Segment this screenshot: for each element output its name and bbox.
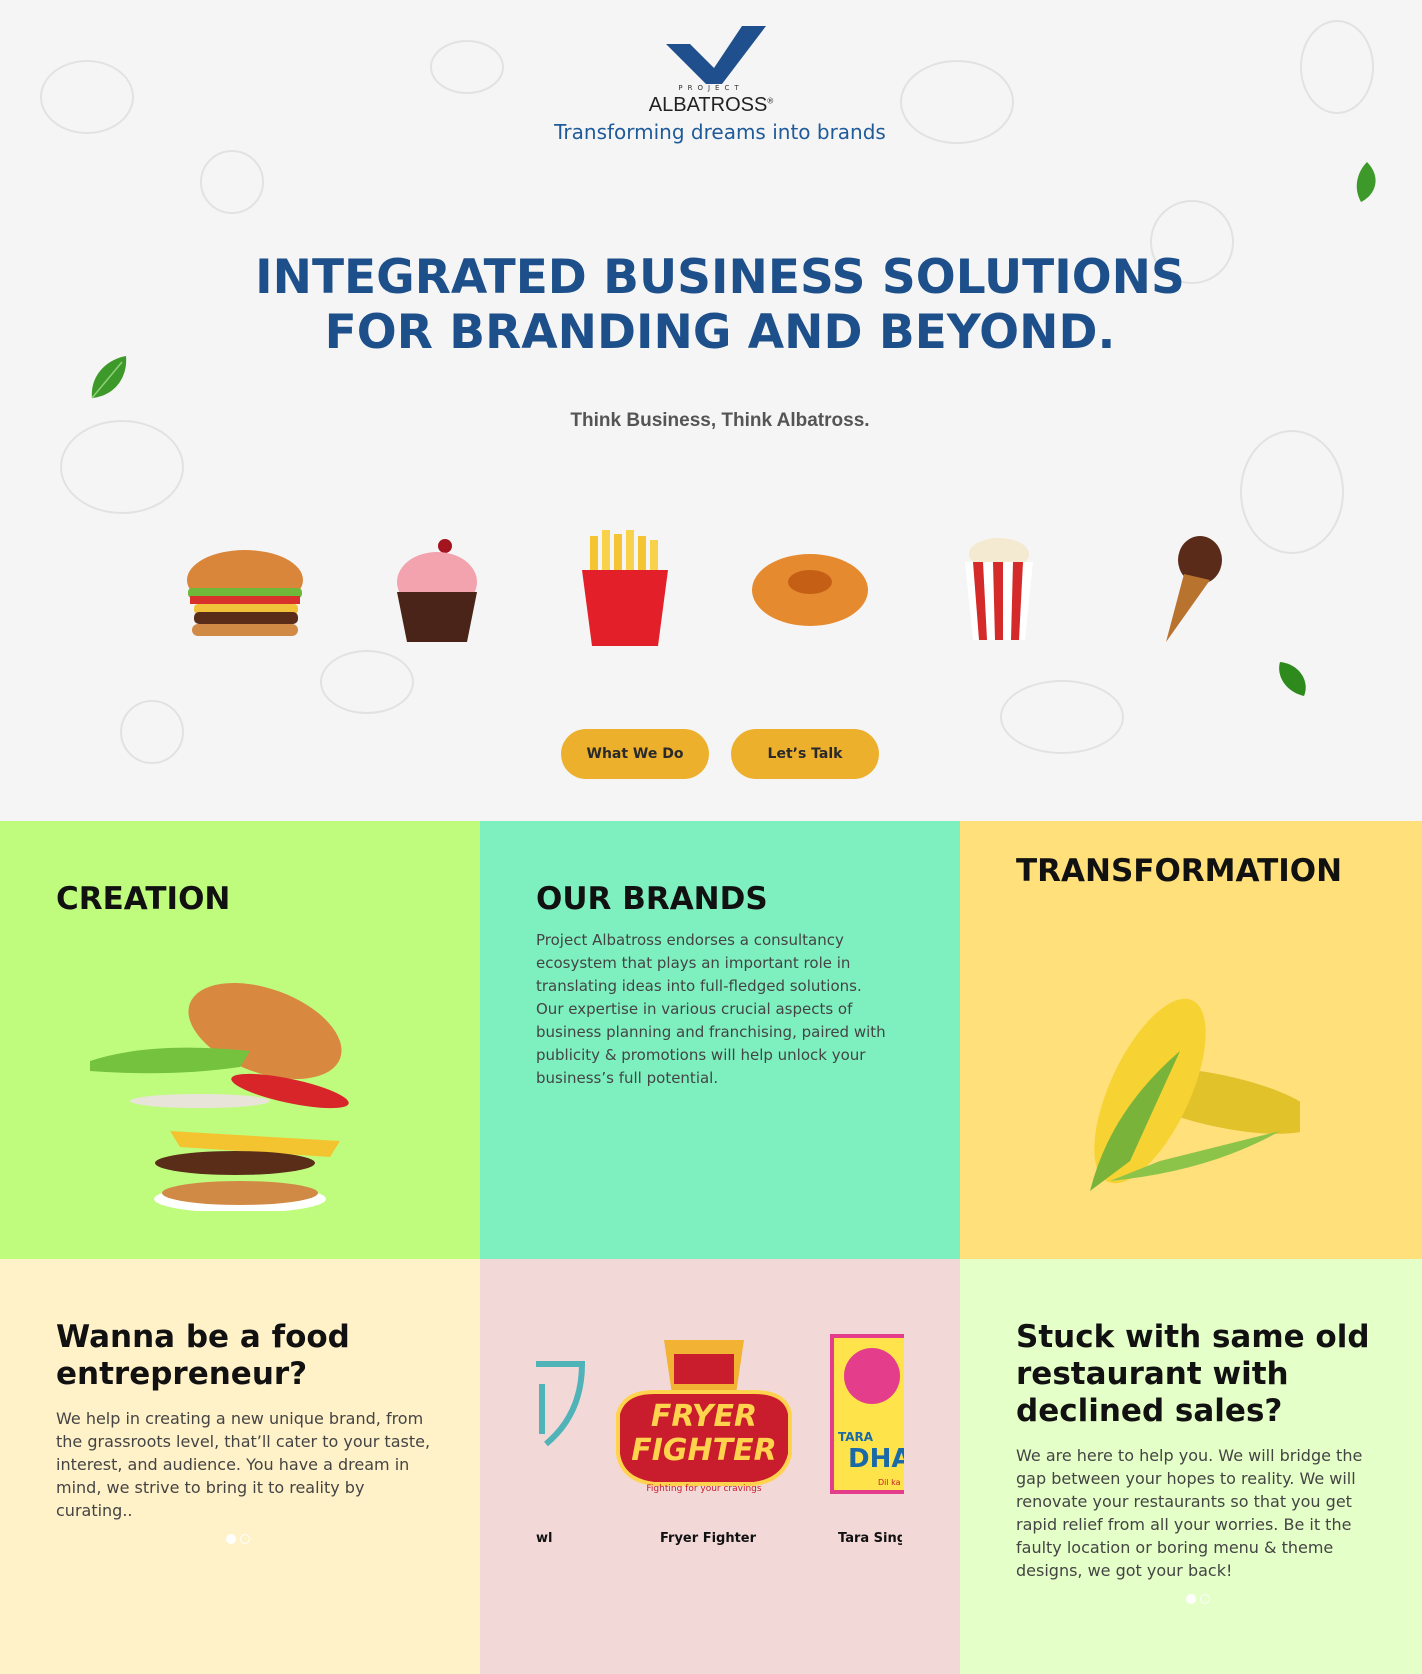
logo-name: ALBATROSS®: [0, 94, 1422, 117]
fryer-fighter-tagline: Fighting for your cravings: [646, 1484, 762, 1494]
creation-title: CREATION: [56, 881, 231, 917]
logo-line-2: FIGHTER: [631, 1433, 777, 1468]
carousel-dot[interactable]: [240, 1534, 250, 1544]
doodle-decoration: [60, 420, 184, 514]
fries-icon: [582, 530, 668, 646]
leaf-icon: [1279, 662, 1306, 696]
leaf-icon: [1356, 162, 1376, 202]
carousel-dot-active[interactable]: [1186, 1594, 1196, 1604]
carousel-dots: [1186, 1594, 1210, 1604]
burger-icon: [187, 550, 303, 636]
leaf-icon: [91, 356, 127, 399]
brand-label: Tara Sing: [838, 1531, 902, 1546]
hero-headline: INTEGRATED BUSINESS SOLUTIONS FOR BRANDI…: [0, 250, 1422, 360]
doodle-decoration: [200, 150, 264, 214]
food-entrepreneur-title: Wanna be a food entrepreneur?: [56, 1319, 350, 1392]
albatross-logo-icon[interactable]: [666, 26, 766, 84]
ice-cream-cone-icon: [1166, 536, 1222, 642]
brand-label: Fryer Fighter: [660, 1531, 757, 1546]
our-brands-title: OUR BRANDS: [536, 881, 768, 917]
carousel-dot-active[interactable]: [226, 1534, 236, 1544]
what-we-do-button[interactable]: What We Do: [561, 729, 709, 779]
burger-ingredients-icon: [90, 982, 349, 1211]
turban-icon: [844, 1348, 900, 1404]
fryer-fighter-logo[interactable]: FRYER FIGHTER Fighting for your cravings: [614, 1334, 794, 1494]
donut-icon: [752, 554, 868, 626]
restaurant-tile[interactable]: Stuck with same old restaurant with decl…: [960, 1259, 1422, 1674]
doodle-decoration: [120, 700, 184, 764]
brands-carousel-tile: FRYER FIGHTER Fighting for your cravings…: [480, 1259, 960, 1674]
logo-project-text: PROJECT: [678, 84, 744, 92]
food-entrepreneur-description: We help in creating a new unique brand, …: [56, 1409, 431, 1520]
dha-logo-text: DHA: [848, 1444, 904, 1474]
logo-registered-mark: ®: [767, 96, 774, 106]
restaurant-title: Stuck with same old restaurant with decl…: [1016, 1319, 1370, 1429]
tara-small-text: Dil ka: [878, 1478, 901, 1487]
food-entrepreneur-tile[interactable]: Wanna be a food entrepreneur? We help in…: [0, 1259, 480, 1674]
hero-section: PROJECT ALBATROSS® Transforming dreams i…: [0, 0, 1422, 820]
logo-name-text: ALBATROSS: [648, 94, 768, 116]
our-brands-tile[interactable]: OUR BRANDS Project Albatross endorses a …: [480, 821, 960, 1259]
cupcake-icon: [397, 539, 477, 642]
doodle-decoration: [1000, 680, 1124, 754]
tara-sing-logo[interactable]: TARA DHA Dil ka: [830, 1334, 904, 1494]
headline-line-2: FOR BRANDING AND BEYOND.: [324, 305, 1116, 360]
brand-label: wl: [536, 1531, 553, 1546]
hero-subline: Think Business, Think Albatross.: [570, 410, 870, 431]
logo-line-1: FRYER: [650, 1399, 758, 1434]
carousel-dots: [226, 1534, 250, 1544]
our-brands-description: Project Albatross endorses a consultancy…: [536, 931, 886, 1087]
lets-talk-button[interactable]: Let’s Talk: [731, 729, 879, 779]
doodle-decoration: [320, 650, 414, 714]
restaurant-description: We are here to help you. We will bridge …: [1016, 1446, 1363, 1580]
transformation-title: TRANSFORMATION: [1016, 853, 1343, 889]
headline-line-1: INTEGRATED BUSINESS SOLUTIONS: [255, 250, 1185, 305]
fryer-fighter-logo-text: FRYER FIGHTER: [614, 1400, 794, 1468]
tara-logo-text: TARA: [838, 1430, 874, 1444]
transformation-tile[interactable]: TRANSFORMATION: [960, 821, 1422, 1259]
brand-logo-partial-icon[interactable]: [536, 1354, 586, 1454]
tagline: Transforming dreams into brands: [554, 120, 886, 144]
popcorn-icon: [965, 538, 1033, 640]
corn-icon: [1090, 998, 1300, 1191]
carousel-dot[interactable]: [1200, 1594, 1210, 1604]
creation-tile[interactable]: CREATION: [0, 821, 480, 1259]
